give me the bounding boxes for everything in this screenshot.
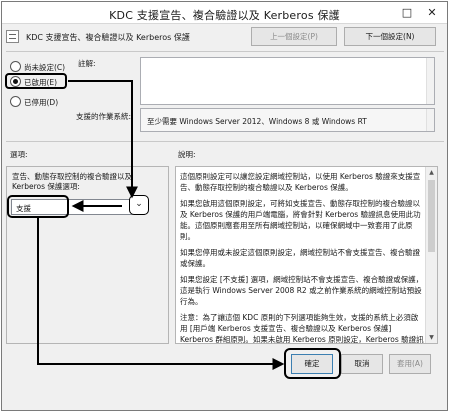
supported-on-value: 至少需要 Windows Server 2012、Windows 8 或 Win… [147, 117, 367, 126]
scroll-down-arrow-icon[interactable]: ▼ [426, 332, 437, 343]
help-content: 這個原則設定可以讓您設定網域控制站，以使用 Kerberos 驗證來支援宣告、動… [180, 171, 425, 344]
help-scrollbar[interactable]: ▲ ▼ [425, 167, 437, 343]
help-text-panel: 這個原則設定可以讓您設定網域控制站，以使用 Kerberos 驗證來支援宣告、動… [175, 166, 438, 344]
radio-not-configured[interactable] [10, 61, 21, 72]
help-paragraph: 如果您設定 [不支援] 選項，網域控制站不會支援宣告、複合驗證或保護，這是執行 … [180, 275, 424, 306]
title-bar: KDC 支援宣告、複合驗證以及 Kerberos 保護 □ ✕ [2, 2, 447, 24]
enabled-highlight-callout [5, 73, 67, 89]
policy-setting-icon [6, 30, 19, 43]
scroll-up-arrow-icon[interactable]: ▲ [426, 167, 437, 178]
comment-scrollbar[interactable] [426, 58, 434, 104]
apply-button[interactable]: 套用(A) [389, 354, 431, 374]
dropdown-chevron-icon[interactable]: ⌄ [129, 195, 149, 215]
scroll-thumb[interactable] [428, 180, 435, 252]
window-title: KDC 支援宣告、複合驗證以及 Kerberos 保護 [109, 9, 340, 22]
policy-name: KDC 支援宣告、複合驗證以及 Kerberos 保護 [26, 33, 190, 42]
policy-header: KDC 支援宣告、複合驗證以及 Kerberos 保護 上一個設定(P) 下一個… [6, 27, 440, 49]
cancel-button[interactable]: 取消 [341, 354, 383, 374]
help-section-label: 說明: [178, 150, 196, 159]
radio-not-configured-label[interactable]: 尚未設定(C) [24, 62, 65, 73]
previous-setting-button[interactable]: 上一個設定(P) [251, 27, 337, 46]
options-section-label: 選項: [10, 150, 28, 159]
ok-button[interactable]: 確定 [291, 354, 333, 374]
radio-disabled[interactable] [10, 96, 21, 107]
next-setting-button[interactable]: 下一個設定(N) [344, 27, 436, 46]
close-button[interactable]: ✕ [421, 5, 443, 20]
comment-label: 註解: [78, 59, 96, 68]
header-divider [6, 51, 444, 52]
help-paragraph: 注意：為了讓這個 KDC 原則的下列選項能夠生效，支援的系統上必須啟用 [用戶端… [180, 313, 424, 344]
supported-on-field: 至少需要 Windows Server 2012、Windows 8 或 Win… [140, 108, 435, 132]
supported-on-label: 支援的作業系統: [76, 112, 132, 121]
comment-textarea[interactable] [140, 57, 435, 105]
supported-on-scrollbar[interactable] [426, 109, 434, 131]
help-paragraph: 如果您啟用這個原則設定，可將如支援宣告、動態存取控制的複合驗證以及 Kerber… [180, 199, 421, 241]
radio-disabled-label[interactable]: 已停用(D) [24, 97, 58, 108]
options-panel: 宣告、動態存取控制的複合驗證以及 Kerberos 保護選項: 支援 ⌄ [6, 166, 169, 344]
maximize-button[interactable]: □ [396, 5, 418, 20]
body-divider [6, 141, 444, 142]
dropdown-value-highlight-callout [7, 195, 69, 218]
kerberos-options-label: 宣告、動態存取控制的複合驗證以及 Kerberos 保護選項: [12, 172, 132, 191]
help-paragraph: 如果您停用或未設定這個原則設定，網域控制站不會支援宣告、複合驗證或保護。 [180, 248, 420, 268]
help-paragraph: 這個原則設定可以讓您設定網域控制站，以使用 Kerberos 驗證來支援宣告、動… [180, 172, 421, 192]
